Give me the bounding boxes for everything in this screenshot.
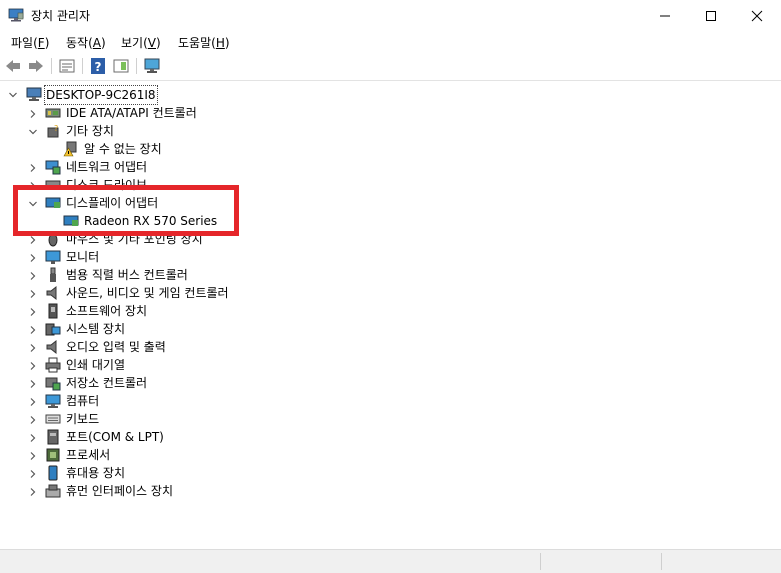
chevron-right-icon[interactable] bbox=[28, 253, 38, 263]
computer-icon bbox=[45, 394, 61, 408]
tree-item-label[interactable]: 네트워크 어댑터 bbox=[66, 158, 147, 176]
chevron-right-icon[interactable] bbox=[28, 361, 38, 371]
status-cell bbox=[0, 553, 541, 570]
tree-root-label[interactable]: DESKTOP-9C261I8 bbox=[44, 85, 158, 105]
speaker-icon bbox=[46, 285, 57, 301]
tree-item-label[interactable]: 범용 직렬 버스 컨트롤러 bbox=[66, 266, 188, 284]
tree-item-label[interactable]: 소프트웨어 장치 bbox=[66, 302, 147, 320]
chevron-down-icon[interactable] bbox=[8, 90, 18, 100]
chevron-right-icon[interactable] bbox=[28, 163, 38, 173]
chevron-right-icon[interactable] bbox=[28, 469, 38, 479]
storage-controller-icon bbox=[45, 377, 61, 391]
maximize-button[interactable] bbox=[688, 0, 734, 31]
monitor-scan-icon[interactable] bbox=[143, 57, 161, 75]
ide-controller-icon bbox=[45, 108, 61, 118]
toolbar-separator bbox=[136, 58, 137, 74]
status-bar bbox=[0, 549, 781, 573]
toolbar-separator bbox=[82, 58, 83, 74]
tree-item-label[interactable]: 오디오 입력 및 출력 bbox=[66, 338, 166, 356]
maximize-icon bbox=[706, 10, 716, 21]
close-icon bbox=[751, 10, 763, 21]
toolbar: ? bbox=[0, 52, 781, 81]
menu-action[interactable]: 동작(A) bbox=[66, 34, 106, 51]
warning-device-icon bbox=[63, 141, 77, 157]
chevron-right-icon[interactable] bbox=[28, 343, 38, 353]
svg-text:?: ? bbox=[54, 124, 58, 133]
tree-item-label[interactable]: 기타 장치 bbox=[66, 122, 114, 140]
chevron-right-icon[interactable] bbox=[28, 109, 38, 119]
chevron-right-icon[interactable] bbox=[28, 325, 38, 335]
forward-arrow-icon[interactable] bbox=[27, 57, 45, 75]
tree-item-label[interactable]: 인쇄 대기열 bbox=[66, 356, 125, 374]
properties-icon[interactable] bbox=[58, 57, 76, 75]
port-icon bbox=[47, 429, 59, 445]
help-icon[interactable]: ? bbox=[89, 57, 107, 75]
window-title: 장치 관리자 bbox=[31, 9, 91, 23]
unknown-device-icon: ? bbox=[47, 124, 59, 138]
tree-item-label[interactable]: 키보드 bbox=[66, 410, 99, 428]
highlight-box bbox=[13, 185, 239, 236]
chevron-down-icon[interactable] bbox=[28, 127, 38, 137]
chevron-right-icon[interactable] bbox=[28, 415, 38, 425]
tree-item-label[interactable]: IDE ATA/ATAPI 컨트롤러 bbox=[66, 104, 197, 122]
menu-file[interactable]: 파일(F) bbox=[11, 34, 49, 51]
chevron-right-icon[interactable] bbox=[28, 307, 38, 317]
tree-item-label[interactable]: 컴퓨터 bbox=[66, 392, 99, 410]
system-device-icon bbox=[45, 323, 61, 336]
keyboard-icon bbox=[45, 414, 61, 424]
chevron-right-icon[interactable] bbox=[28, 433, 38, 443]
chevron-right-icon[interactable] bbox=[28, 451, 38, 461]
tree-child-label[interactable]: 알 수 없는 장치 bbox=[84, 140, 162, 158]
close-button[interactable] bbox=[734, 0, 780, 31]
tree-item-label[interactable]: 시스템 장치 bbox=[66, 320, 125, 338]
minimize-icon bbox=[660, 15, 670, 16]
printer-icon bbox=[45, 357, 61, 373]
menu-view[interactable]: 보기(V) bbox=[121, 34, 161, 51]
portable-device-icon bbox=[48, 465, 58, 481]
audio-io-icon bbox=[46, 339, 57, 355]
device-tree: DESKTOP-9C261I8 IDE ATA/ATAPI 컨트롤러 ? 기타 … bbox=[0, 81, 781, 547]
tree-item-label[interactable]: 사운드, 비디오 및 게임 컨트롤러 bbox=[66, 284, 229, 302]
tree-item-label[interactable]: 포트(COM & LPT) bbox=[66, 428, 164, 446]
menu-help[interactable]: 도움말(H) bbox=[178, 34, 230, 51]
chevron-right-icon[interactable] bbox=[28, 379, 38, 389]
toolbar-separator bbox=[51, 58, 52, 74]
tree-item-label[interactable]: 휴먼 인터페이스 장치 bbox=[66, 482, 173, 500]
tree-item-label[interactable]: 휴대용 장치 bbox=[66, 464, 125, 482]
software-device-icon bbox=[48, 303, 58, 319]
chevron-right-icon[interactable] bbox=[28, 271, 38, 281]
chevron-right-icon[interactable] bbox=[28, 487, 38, 497]
tree-item-label[interactable]: 프로세서 bbox=[66, 446, 110, 464]
menu-bar: 파일(F) 동작(A) 보기(V) 도움말(H) bbox=[0, 31, 781, 52]
tree-item-label[interactable]: 저장소 컨트롤러 bbox=[66, 374, 147, 392]
status-cell bbox=[541, 553, 662, 570]
svg-text:?: ? bbox=[95, 60, 102, 74]
title-bar: 장치 관리자 bbox=[0, 0, 781, 31]
network-adapter-icon bbox=[45, 160, 61, 175]
monitor-icon bbox=[45, 250, 61, 264]
computer-icon bbox=[26, 87, 42, 101]
device-manager-icon bbox=[8, 8, 24, 22]
processor-icon bbox=[46, 448, 60, 462]
chevron-right-icon[interactable] bbox=[28, 289, 38, 299]
hid-icon bbox=[45, 484, 61, 498]
minimize-button[interactable] bbox=[642, 0, 688, 31]
back-arrow-icon[interactable] bbox=[4, 57, 22, 75]
chevron-right-icon[interactable] bbox=[28, 235, 38, 245]
action-pane-icon[interactable] bbox=[112, 57, 130, 75]
chevron-right-icon[interactable] bbox=[28, 397, 38, 407]
tree-item-label[interactable]: 모니터 bbox=[66, 248, 99, 266]
usb-icon bbox=[50, 267, 56, 282]
